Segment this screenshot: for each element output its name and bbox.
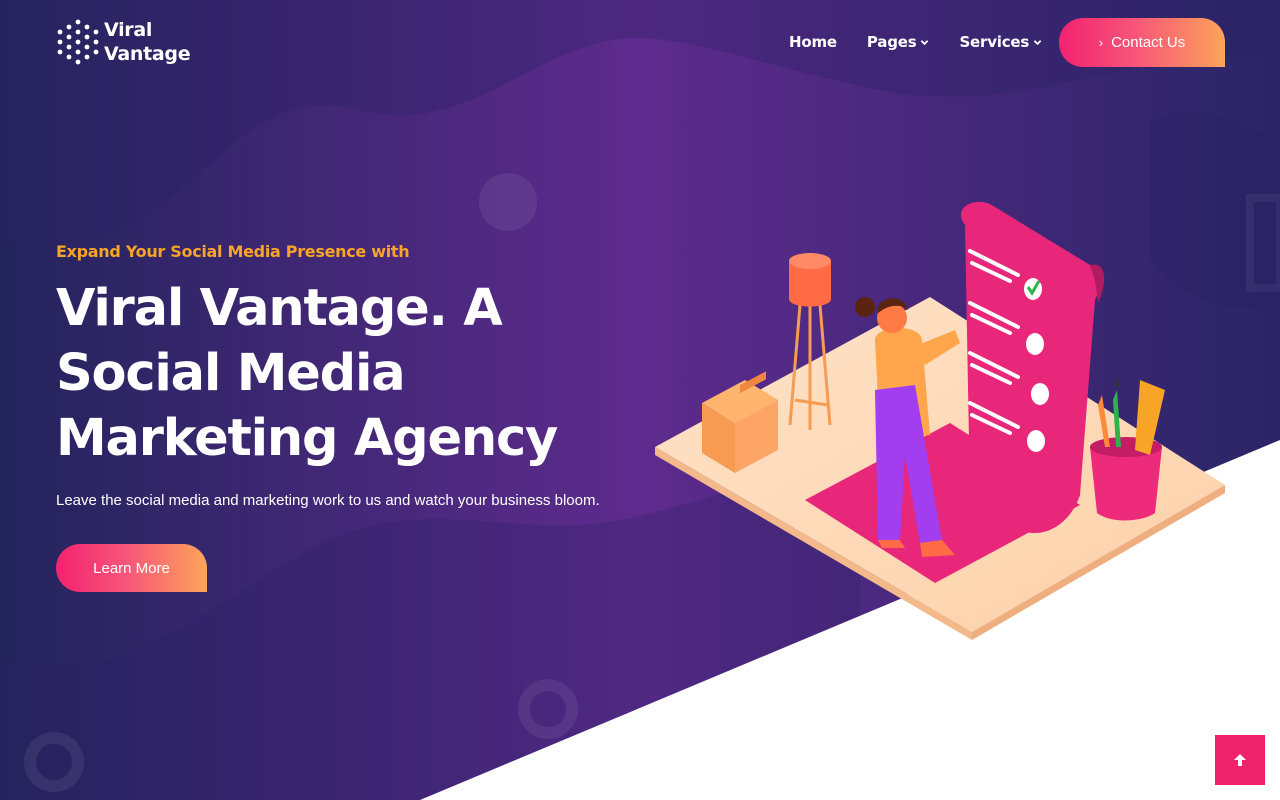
hero-description: Leave the social media and marketing wor… [56, 492, 600, 509]
nav-item-home-label: Home [789, 33, 837, 51]
main-nav: Home Pages Services [789, 31, 1042, 53]
brand-logo[interactable]: Viral Vantage [56, 18, 191, 66]
dotted-hexagon-icon [57, 19, 99, 65]
nav-item-services-label: Services [959, 33, 1030, 51]
hero-headline: Viral Vantage. A Social Media Marketing … [56, 276, 596, 471]
chevron-down-icon [1033, 39, 1042, 45]
contact-us-button[interactable]: › Contact Us [1059, 18, 1225, 67]
hero-headline-line2: Social Media [56, 344, 406, 403]
hero-headline-line3: Marketing Agency [56, 409, 558, 468]
chevron-down-icon [921, 39, 929, 45]
contact-us-label: Contact Us [1111, 34, 1186, 51]
brand-name: Viral Vantage [104, 18, 191, 66]
hero-headline-line1: Viral Vantage. A [56, 279, 503, 338]
nav-item-pages[interactable]: Pages [867, 31, 930, 53]
scroll-to-top-button[interactable] [1215, 735, 1265, 785]
learn-more-button[interactable]: Learn More [56, 544, 207, 592]
arrow-up-icon [1234, 754, 1246, 766]
brand-name-line2: Vantage [104, 43, 191, 65]
nav-item-pages-label: Pages [866, 33, 917, 51]
woman-checklist-illustration [655, 201, 1225, 640]
nav-item-services[interactable]: Services [959, 31, 1042, 53]
brand-name-line1: Viral [104, 19, 153, 41]
nav-item-home[interactable]: Home [789, 31, 837, 53]
learn-more-label: Learn More [93, 559, 170, 577]
chevron-right-icon: › [1098, 35, 1104, 50]
hero-section: Viral Vantage Home Pages Services › Cont… [0, 0, 1280, 800]
hero-subtitle: Expand Your Social Media Presence with [56, 242, 410, 261]
